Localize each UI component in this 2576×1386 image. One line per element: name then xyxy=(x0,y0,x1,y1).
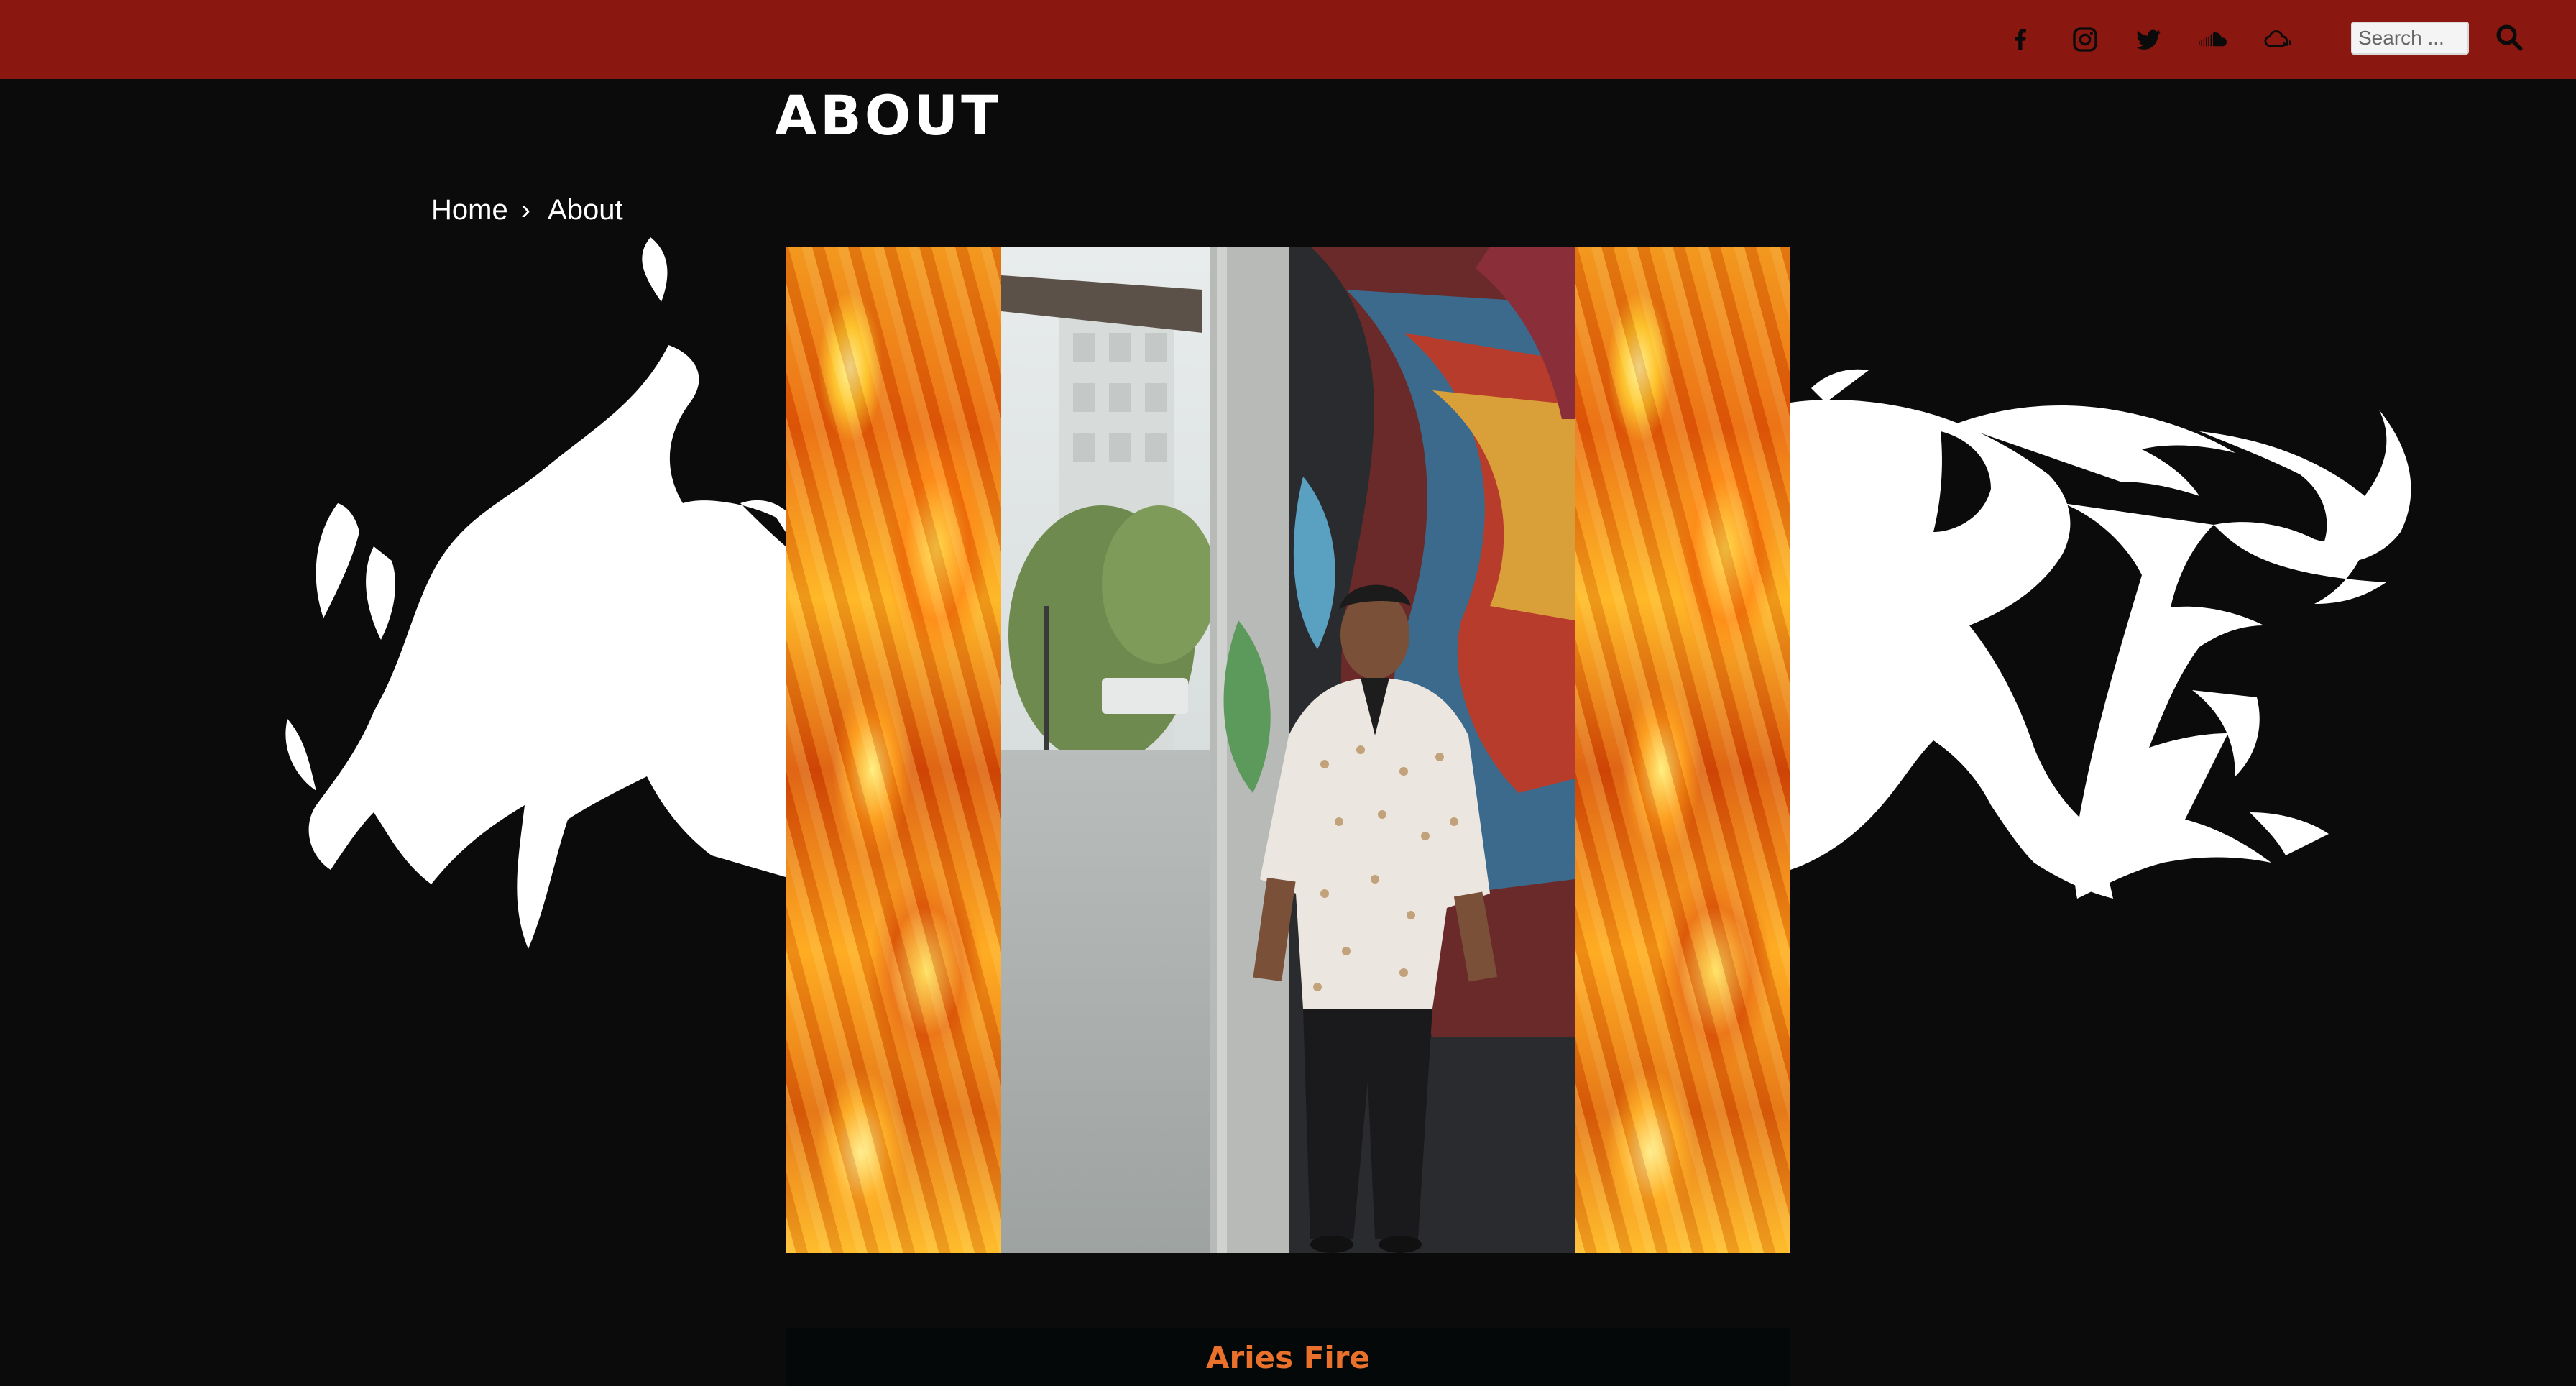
top-bar xyxy=(0,0,2576,79)
artist-photo xyxy=(1001,247,1575,1253)
fire-strip-left xyxy=(786,247,1001,1253)
search-input[interactable] xyxy=(2351,22,2469,55)
breadcrumb-separator: › xyxy=(520,194,531,226)
page: ABOUT Home › About xyxy=(0,0,2576,1386)
facebook-icon[interactable] xyxy=(2002,22,2038,58)
fire-strip-right xyxy=(1575,247,1790,1253)
photo-caption: Aries Fire xyxy=(786,1328,1790,1386)
instagram-icon[interactable] xyxy=(2067,22,2103,58)
search-icon xyxy=(2496,24,2523,51)
about-photo xyxy=(786,247,1790,1253)
breadcrumb: Home › About xyxy=(431,194,623,226)
page-title: ABOUT xyxy=(775,83,1001,147)
breadcrumb-current: About xyxy=(548,194,623,226)
audiomack-icon[interactable] xyxy=(2260,22,2296,58)
caption-text: Aries Fire xyxy=(1205,1339,1370,1375)
breadcrumb-home-link[interactable]: Home xyxy=(431,194,508,226)
soundcloud-icon[interactable] xyxy=(2195,22,2231,58)
twitter-icon[interactable] xyxy=(2130,22,2166,58)
search-button[interactable] xyxy=(2492,20,2526,55)
